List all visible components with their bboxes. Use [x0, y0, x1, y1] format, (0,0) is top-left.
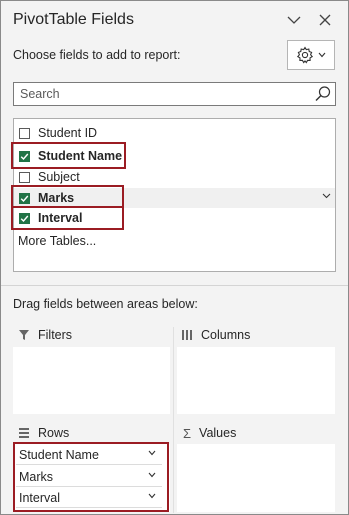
checkmark-icon [20, 153, 29, 160]
field-label: Subject [38, 170, 80, 184]
drag-fields-label: Drag fields between areas below: [13, 297, 198, 311]
rows-field-label: Student Name [19, 448, 99, 462]
field-item-marks[interactable]: Marks [14, 188, 335, 208]
checkbox-checked[interactable] [19, 150, 30, 162]
pivottable-fields-pane: PivotTable Fields Choose fields to add t… [0, 0, 349, 515]
columns-area-header: Columns [181, 325, 250, 345]
checkbox-unchecked[interactable] [19, 127, 30, 139]
search-icon[interactable] [314, 85, 332, 103]
field-item-subject[interactable]: Subject [14, 167, 335, 187]
rows-area-header: Rows [18, 423, 69, 443]
rows-label: Rows [38, 426, 70, 440]
checkbox-unchecked[interactable] [19, 171, 30, 183]
field-label: Marks [38, 191, 75, 205]
checkmark-icon [20, 215, 29, 222]
checkbox-checked[interactable] [19, 212, 30, 224]
filters-area-header: Filters [18, 325, 72, 345]
field-label: Interval [38, 211, 83, 225]
search-box [13, 82, 336, 106]
field-item-student-name[interactable]: Student Name [14, 146, 335, 166]
close-icon [319, 14, 331, 26]
columns-label: Columns [201, 328, 251, 342]
filters-drop-area[interactable] [13, 347, 170, 414]
field-label: Student Name [38, 149, 123, 163]
rows-icon [19, 428, 29, 438]
chevron-down-icon[interactable] [148, 472, 156, 478]
rows-drop-area[interactable]: Student Name Marks Interval [13, 444, 170, 512]
chevron-down-icon [318, 52, 326, 58]
columns-icon [182, 330, 192, 340]
pane-title: PivotTable Fields [13, 11, 134, 28]
gear-icon [296, 46, 314, 64]
choose-fields-label: Choose fields to add to report: [13, 48, 181, 62]
chevron-down-icon[interactable] [148, 493, 156, 499]
close-pane-button[interactable] [314, 9, 336, 31]
rows-field-student-name[interactable]: Student Name [16, 446, 162, 465]
search-input[interactable] [14, 83, 316, 105]
checkbox-checked[interactable] [19, 192, 30, 204]
field-item-interval[interactable]: Interval [14, 208, 335, 228]
chevron-down-icon[interactable] [148, 450, 156, 456]
area-separator [173, 327, 174, 513]
values-drop-area[interactable] [177, 444, 335, 512]
field-item-student-id[interactable]: Student ID [14, 123, 335, 143]
more-tables-link[interactable]: More Tables... [18, 234, 96, 248]
rows-field-label: Interval [19, 491, 60, 505]
values-label: Values [199, 426, 237, 440]
field-label: Student ID [38, 126, 98, 140]
rows-field-interval[interactable]: Interval [16, 489, 162, 508]
values-area-header: Σ Values [183, 423, 236, 443]
section-divider [1, 285, 348, 286]
field-list: Student ID Student Name Subject Marks In… [13, 118, 336, 272]
rows-field-label: Marks [19, 470, 54, 484]
chevron-down-icon [287, 16, 301, 24]
tools-settings-button[interactable] [287, 40, 335, 70]
pane-options-button[interactable] [283, 9, 305, 31]
checkmark-icon [20, 195, 29, 202]
rows-field-marks[interactable]: Marks [16, 468, 162, 487]
sigma-icon: Σ [183, 425, 192, 441]
filter-icon [19, 330, 29, 340]
filters-label: Filters [38, 328, 73, 342]
chevron-down-icon[interactable] [322, 193, 331, 199]
columns-drop-area[interactable] [177, 347, 335, 414]
